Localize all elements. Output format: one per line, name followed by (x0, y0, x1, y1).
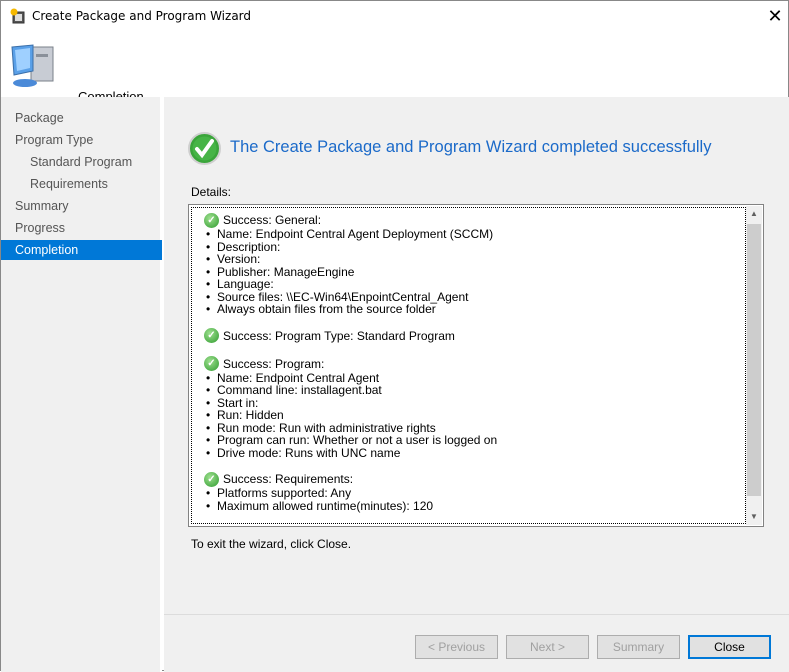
section-header: ✓ Success: Requirements: (204, 471, 745, 487)
section-header: ✓ Success: Program: (204, 356, 745, 372)
summary-button[interactable]: Summary (597, 635, 680, 659)
nav-item-standard-program[interactable]: Standard Program (1, 152, 162, 172)
next-button[interactable]: Next > (506, 635, 589, 659)
detail-item: Maximum allowed runtime(minutes): 120 (204, 499, 745, 513)
detail-item: Command line: installagent.bat (204, 384, 745, 397)
section-title: Success: Program Type: Standard Program (223, 328, 455, 343)
nav-item-completion[interactable]: Completion (1, 240, 162, 260)
section-title: Success: Program: (223, 356, 325, 371)
title-bar: Create Package and Program Wizard ✕ (1, 1, 788, 33)
section-header: ✓ Success: Program Type: Standard Program (204, 328, 745, 344)
scroll-up-icon[interactable]: ▲ (746, 206, 762, 222)
exit-instructions: To exit the wizard, click Close. (191, 537, 352, 551)
nav-item-summary[interactable]: Summary (1, 196, 162, 216)
success-icon: ✓ (204, 356, 219, 371)
success-check-icon (188, 132, 221, 165)
success-icon: ✓ (204, 471, 219, 487)
detail-item: Always obtain files from the source fold… (204, 303, 745, 316)
vertical-scrollbar[interactable]: ▲ ▼ (746, 206, 762, 525)
scroll-thumb[interactable] (747, 224, 761, 496)
close-button[interactable]: Close (688, 635, 771, 659)
wizard-nav: Package Program Type Standard Program Re… (1, 97, 162, 672)
nav-item-package[interactable]: Package (1, 108, 162, 128)
details-section: ✓Success: Program:Name: Endpoint Central… (204, 356, 745, 460)
detail-item: Name: Endpoint Central Agent Deployment … (204, 228, 745, 241)
success-icon: ✓ (204, 212, 219, 228)
close-window-button[interactable]: ✕ (761, 4, 789, 28)
success-icon: ✓ (204, 328, 219, 343)
details-box[interactable]: ✓ Success: General:Name: Endpoint Central… (188, 204, 764, 527)
section-title: Success: Requirements: (223, 472, 354, 486)
section-title: Success: General: (223, 213, 322, 227)
detail-item: Drive mode: Runs with UNC name (204, 446, 745, 460)
nav-item-progress[interactable]: Progress (1, 218, 162, 238)
computer-icon (11, 44, 54, 87)
completion-heading: The Create Package and Program Wizard co… (230, 138, 712, 156)
details-section: ✓ Success: General:Name: Endpoint Central… (204, 212, 745, 316)
detail-item: Run: Hidden (204, 409, 745, 422)
section-header: ✓ Success: General: (204, 212, 745, 228)
detail-item: Publisher: ManageEngine (204, 265, 745, 279)
detail-item: Description: (204, 240, 745, 254)
detail-item: Program can run: Whether or not a user i… (204, 434, 745, 447)
scroll-down-icon[interactable]: ▼ (746, 509, 762, 525)
nav-item-requirements[interactable]: Requirements (1, 174, 162, 194)
detail-item: Version: (204, 253, 745, 266)
nav-item-program-type[interactable]: Program Type (1, 130, 162, 150)
wizard-icon (10, 8, 25, 24)
footer-divider (164, 614, 789, 615)
details-label: Details: (191, 185, 232, 199)
previous-button[interactable]: < Previous (415, 635, 498, 659)
details-section: ✓ Success: Program Type: Standard Program (204, 328, 745, 344)
window-title: Create Package and Program Wizard (32, 9, 252, 23)
detail-item: Platforms supported: Any (204, 487, 745, 500)
wizard-header: Completion (1, 33, 788, 104)
detail-item: Language: (204, 278, 745, 291)
detail-item: Start in: (204, 396, 745, 410)
details-section: ✓ Success: Requirements:Platforms support… (204, 471, 745, 512)
